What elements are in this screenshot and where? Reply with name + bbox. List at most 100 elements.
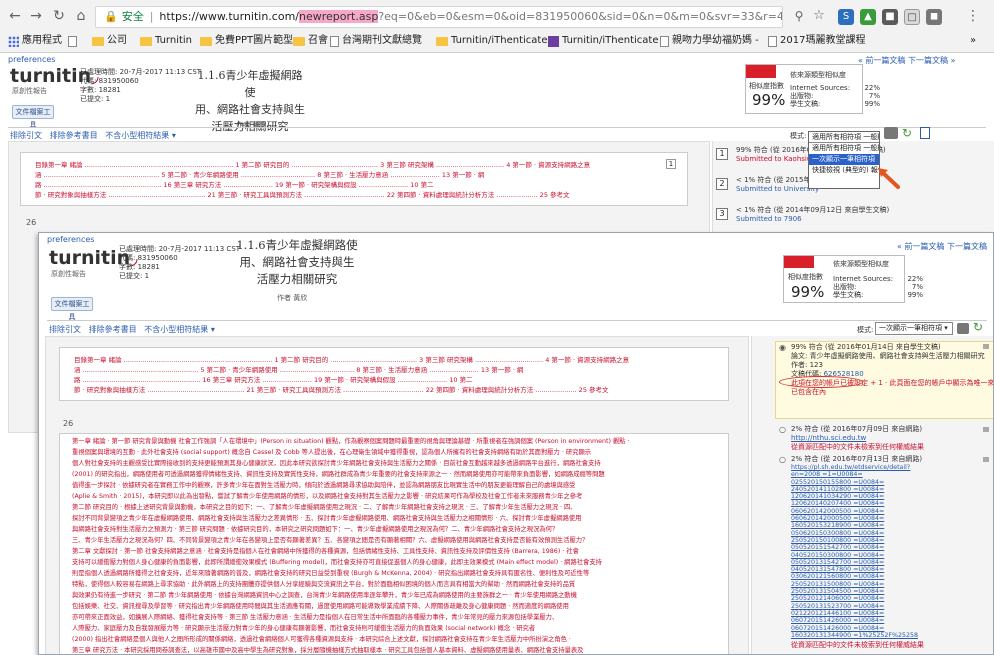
source-3-url-line[interactable]: 060620142000500 =U0084=: [791, 508, 918, 515]
source-item-3[interactable]: < 1% 符合 (從 2014年09月12日 來自學生文稿) Submitted …: [736, 206, 889, 224]
reload-icon[interactable]: ↻: [50, 7, 68, 25]
forward-arrow-icon[interactable]: →: [27, 7, 45, 25]
source-3-url-line[interactable]: 050620150300800 =U0084=: [791, 530, 918, 537]
tab-exclude-quotes[interactable]: 排除引文: [49, 325, 81, 334]
source-3-url-line[interactable]: 050520131542700 =U0084=: [791, 559, 918, 566]
source-2[interactable]: 2% 符合 (從 2016年07月09日 來自網路) http://nthu.s…: [791, 425, 924, 452]
page-icon: [68, 35, 77, 47]
body-text-line: 支持可以緩衝壓力對個人身心健康的負面影響，此即所謂緩衝效果模式 (Bufferi…: [72, 559, 602, 566]
source-3-url-line[interactable]: 021220121446100 =U0084=: [791, 610, 918, 617]
print-icon[interactable]: [884, 127, 898, 139]
refresh-icon[interactable]: ↻: [902, 126, 912, 140]
bookmark-turnitin-ithenticate-2[interactable]: Turnitin/iThenticate: [548, 31, 659, 51]
bookmark-2017[interactable]: 2017瑪麗教堂課程: [768, 31, 865, 51]
tab-exclude-bibliography[interactable]: 排除參考書目: [89, 325, 137, 334]
tab-small-matches[interactable]: 不含小型相符結果 ▾: [144, 325, 215, 334]
bookmark-ppt[interactable]: 免費PPT圖片範型: [200, 31, 293, 51]
bookmark-page[interactable]: [68, 31, 77, 51]
bookmark-star-icon[interactable]: ☆: [810, 7, 828, 25]
bookmark-turnitin-ithenticate[interactable]: Turnitin/iThenticate: [436, 31, 548, 51]
source-3-line1: 2% 符合 (從 2016年07月13日 來自網路): [791, 455, 923, 463]
menu-icon[interactable]: ⋮: [964, 7, 982, 25]
extension-grey-icon[interactable]: ◼: [926, 9, 942, 25]
settings-icon[interactable]: [983, 457, 989, 462]
preferences-link[interactable]: preferences: [47, 235, 94, 244]
source-3-url-list[interactable]: https://pl.sh.edu.tw/etdservice/detail? e…: [791, 464, 918, 639]
title-line: 1.1.6青少年虛擬網路使: [197, 69, 303, 99]
source-3-note: 從資源匹配中的文件未檢索到任何權威結果: [791, 641, 924, 649]
bookmark-parenting[interactable]: 親吻力學幼福奶媽 -: [660, 31, 759, 51]
body-text-line: 重視個案與環境的互動 · 此外社會支持 (social support) 概念自…: [72, 449, 592, 456]
source-3-url-line[interactable]: 250520131500800 =U0084=: [791, 581, 918, 588]
source-link[interactable]: Submitted to 7906: [736, 215, 889, 224]
settings-icon[interactable]: [983, 427, 989, 432]
preferences-link[interactable]: preferences: [8, 55, 55, 64]
extension-box-icon[interactable]: □: [904, 9, 920, 25]
body-text-line: 亦可帶來正面效益，如擴展人際網絡、獲得社會支持等 · 第三節 生活壓力意涵 · …: [72, 614, 559, 621]
bookmarks-more[interactable]: »: [970, 31, 976, 51]
logo-text: turnitin: [10, 65, 92, 87]
toc-line: 節 · 研究對象與抽樣方法 ..........................…: [74, 386, 609, 394]
source-3-url-line[interactable]: 120620141034290 =U0084=: [791, 493, 918, 500]
refresh-icon[interactable]: ↻: [973, 320, 983, 334]
source-3-url-line[interactable]: 050520151542700 =U0084=: [791, 544, 918, 551]
source-3-url-line[interactable]: 240520141102800 =U0084=: [791, 486, 918, 493]
source-3-url-line[interactable]: 060720151426000 =U0084=: [791, 617, 918, 624]
source-3-url-line[interactable]: 030620121560800 =U0084=: [791, 573, 918, 580]
logo-text: turnitin: [49, 247, 131, 269]
bookmark-label: Turnitin/iThenticate: [562, 35, 659, 46]
bookmark-turnitin[interactable]: Turnitin: [140, 31, 192, 51]
source-3-url-line[interactable]: https://pl.sh.edu.tw/etdservice/detail?: [791, 464, 918, 471]
back-arrow-icon[interactable]: ←: [6, 7, 24, 25]
tab-small-matches[interactable]: 不含小型相符結果 ▾: [105, 131, 176, 140]
source-3-url-line[interactable]: en=2008 =1=U0084=: [791, 471, 918, 478]
document-tools-button[interactable]: 文件檔案工具: [51, 297, 93, 321]
dropdown-option[interactable]: 適用所有相符項 一般顯示: [809, 143, 879, 154]
dropdown-option[interactable]: 快捷檢視 (典型的) 報告: [809, 165, 879, 176]
source-number-1[interactable]: 1: [716, 148, 728, 160]
settings-icon[interactable]: [983, 344, 989, 349]
prev-next-links[interactable]: « 前一篇文稿 下一篇文稿 »: [858, 55, 955, 66]
extension-dark-icon[interactable]: ■: [882, 9, 898, 25]
source-number-3[interactable]: 3: [716, 208, 728, 220]
source-radio-icon[interactable]: ○: [779, 455, 786, 464]
source-3-url-line[interactable]: 060620142000500 =U0084=: [791, 515, 918, 522]
extension-s-icon[interactable]: S: [838, 9, 854, 25]
document-tools-button[interactable]: 文件檔案工具: [12, 105, 54, 129]
source-3-url-line[interactable]: 250520131523700 =U0084=: [791, 603, 918, 610]
bookmark-church[interactable]: 召會: [293, 31, 328, 51]
source-radio-icon[interactable]: ○: [779, 425, 786, 434]
zoom-icon[interactable]: ⚲: [790, 7, 808, 25]
bookmark-company[interactable]: 公司: [92, 31, 127, 51]
home-icon[interactable]: ⌂: [72, 7, 90, 25]
source-3-url-line[interactable]: 250520150100800 =U0084=: [791, 537, 918, 544]
source-3-url-line[interactable]: 120620140207400 =U0084=: [791, 500, 918, 507]
mode-select[interactable]: 一次顯示一筆相符項 ▾: [875, 322, 953, 335]
prev-next-links[interactable]: « 前一篇文稿 下一篇文稿 »: [897, 241, 993, 261]
source-3-url-line[interactable]: 025520150155800 =U0084=: [791, 479, 918, 486]
source-3-url-line[interactable]: 250520131504500 =U0084=: [791, 588, 918, 595]
bookmark-apps[interactable]: 應用程式: [8, 31, 62, 51]
source-3-url-line[interactable]: 060720151426000 =U0084=: [791, 625, 918, 632]
print-icon[interactable]: [957, 323, 969, 334]
source-number-2[interactable]: 2: [716, 178, 728, 190]
source-3-url-line[interactable]: 160320131344900 =1%25252F%25258: [791, 632, 918, 639]
dropdown-current[interactable]: 適用所有相符項 一般顯示: [809, 132, 879, 143]
source-radio-icon[interactable]: ◉: [779, 343, 786, 352]
similarity-label: 相似度指數: [749, 82, 784, 90]
source-3-url-line[interactable]: 250520121406000 =U0084=: [791, 595, 918, 602]
source-3-url-line[interactable]: 040520131547800 =U0084=: [791, 566, 918, 573]
address-bar[interactable]: 🔒 安全 | https://www.turnitin.com/newreport.a…: [95, 6, 783, 28]
front-report-window: preferences « 前一篇文稿 下一篇文稿 » turnitin◞ 原創…: [38, 232, 994, 655]
download-icon[interactable]: [920, 127, 930, 139]
extension-green-icon[interactable]: ▲: [860, 9, 876, 25]
tab-exclude-quotes[interactable]: 排除引文: [10, 131, 42, 140]
dropdown-option-selected[interactable]: 一次顯示一筆相符項: [809, 154, 879, 165]
tab-exclude-bibliography[interactable]: 排除參考書目: [50, 131, 98, 140]
source-row: 出版物: 7%: [833, 283, 923, 291]
mode-dropdown[interactable]: 適用所有相符項 一般顯示 適用所有相符項 一般顯示 一次顯示一筆相符項 快捷檢視…: [808, 131, 880, 189]
source-3-url-line[interactable]: 040520150300800 =U0084=: [791, 552, 918, 559]
source-2-url[interactable]: http://nthu.sci.edu.tw: [791, 434, 924, 443]
source-3-url-line[interactable]: 160520153218900 =U0084=: [791, 522, 918, 529]
bookmark-journals[interactable]: 台灣期刊文獻總覽: [330, 31, 422, 51]
